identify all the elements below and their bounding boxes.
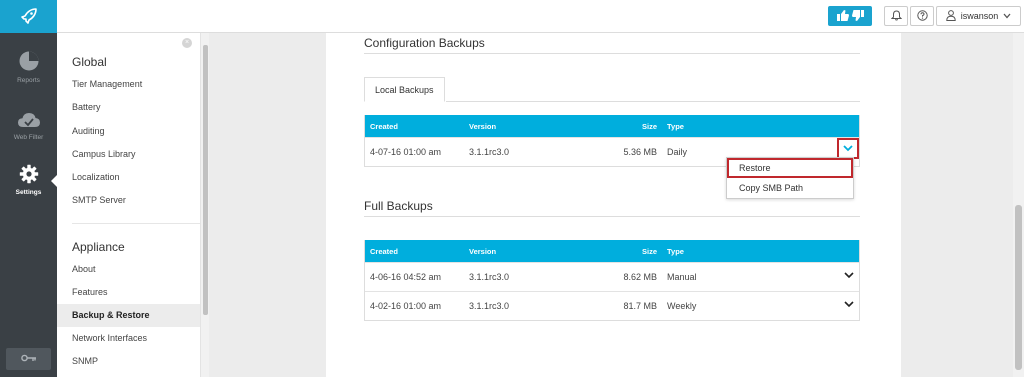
- page-scrollbar[interactable]: [1013, 33, 1024, 377]
- col-size[interactable]: Size: [565, 115, 657, 137]
- copy-smb-path-menu-item[interactable]: Copy SMB Path: [727, 178, 853, 198]
- config-backups-title: Configuration Backups: [364, 36, 485, 50]
- cell-created: 4-02-16 01:00 am: [370, 301, 442, 311]
- help-button[interactable]: [910, 6, 934, 26]
- col-type[interactable]: Type: [667, 240, 684, 262]
- cloud-icon: [17, 111, 41, 131]
- user-icon: [946, 9, 956, 23]
- menu-item-smtp-server[interactable]: SMTP Server: [57, 189, 200, 212]
- chevron-down-icon[interactable]: [844, 300, 854, 310]
- cell-size: 8.62 MB: [623, 272, 657, 282]
- divider: [72, 223, 200, 224]
- table-header: Created Version Size Type: [365, 240, 859, 262]
- submenu-scroll-thumb[interactable]: [203, 45, 208, 315]
- main-nav: Reports Web Filter Settings: [0, 33, 57, 377]
- cell-type: Weekly: [667, 301, 697, 311]
- section-title-appliance: Appliance: [72, 240, 125, 254]
- divider: [364, 216, 860, 217]
- menu-item-network-interfaces[interactable]: Network Interfaces: [57, 327, 200, 350]
- nav-web-filter[interactable]: Web Filter: [0, 111, 57, 141]
- user-menu[interactable]: iswanson: [936, 6, 1021, 26]
- bell-icon: [890, 9, 902, 23]
- table-header: Created Version Size Type: [365, 115, 859, 137]
- col-created[interactable]: Created: [370, 240, 398, 262]
- rocket-icon: [19, 6, 39, 28]
- col-version[interactable]: Version: [469, 240, 496, 262]
- key-button[interactable]: [6, 348, 51, 370]
- help-icon: [916, 9, 928, 23]
- col-created[interactable]: Created: [370, 115, 398, 137]
- top-bar: iswanson: [0, 0, 1024, 33]
- divider: [364, 53, 860, 54]
- nav-web-filter-label: Web Filter: [13, 134, 44, 141]
- chevron-down-icon[interactable]: [844, 271, 854, 281]
- full-backups-title: Full Backups: [364, 199, 433, 213]
- cell-created: 4-06-16 04:52 am: [370, 272, 442, 282]
- col-type[interactable]: Type: [667, 115, 684, 137]
- main-content: Configuration Backups Local Backups Crea…: [326, 33, 901, 377]
- gear-icon: [19, 164, 39, 186]
- chevron-down-icon: [1003, 11, 1011, 21]
- thumbs-up-icon: [836, 9, 849, 23]
- menu-item-backup-restore[interactable]: Backup & Restore: [57, 304, 200, 327]
- notifications-button[interactable]: [884, 6, 908, 26]
- chevron-down-icon: [843, 144, 853, 154]
- page-scroll-thumb[interactable]: [1015, 205, 1022, 370]
- nav-reports-label: Reports: [17, 77, 40, 84]
- cell-size: 81.7 MB: [623, 301, 657, 311]
- menu-item-battery[interactable]: Battery: [57, 96, 200, 119]
- cell-created: 4-07-16 01:00 am: [370, 147, 442, 157]
- tab-baseline: [446, 101, 860, 102]
- submenu-scrollbar[interactable]: [200, 33, 209, 377]
- menu-item-snmp[interactable]: SNMP: [57, 350, 200, 373]
- restore-menu-item[interactable]: Restore: [727, 158, 853, 178]
- table-row[interactable]: 4-02-16 01:00 am 3.1.1rc3.0 81.7 MB Week…: [365, 291, 859, 320]
- cell-type: Manual: [667, 272, 697, 282]
- close-icon[interactable]: ×: [182, 38, 192, 48]
- row-actions-button[interactable]: [837, 138, 859, 159]
- nav-reports[interactable]: Reports: [0, 50, 57, 84]
- thumbs-down-icon: [851, 9, 864, 23]
- settings-submenu: × Global Tier Management Battery Auditin…: [57, 33, 200, 377]
- feedback-button[interactable]: [828, 6, 872, 26]
- logo[interactable]: [0, 0, 57, 33]
- menu-item-localization[interactable]: Localization: [57, 166, 200, 189]
- cell-version: 3.1.1rc3.0: [469, 272, 510, 282]
- col-size[interactable]: Size: [565, 240, 657, 262]
- col-version[interactable]: Version: [469, 115, 496, 137]
- menu-item-campus-library[interactable]: Campus Library: [57, 143, 200, 166]
- menu-item-features[interactable]: Features: [57, 281, 200, 304]
- row-actions-menu: Restore Copy SMB Path: [726, 157, 854, 199]
- table-row[interactable]: 4-06-16 04:52 am 3.1.1rc3.0 8.62 MB Manu…: [365, 262, 859, 291]
- cell-type: Daily: [667, 147, 688, 157]
- tab-local-backups[interactable]: Local Backups: [364, 77, 445, 102]
- menu-item-auditing[interactable]: Auditing: [57, 120, 200, 143]
- section-title-global: Global: [72, 55, 107, 69]
- pie-chart-icon: [18, 50, 40, 74]
- cell-version: 3.1.1rc3.0: [469, 147, 510, 157]
- key-icon: [20, 353, 37, 365]
- full-backups-table: Created Version Size Type 4-06-16 04:52 …: [364, 240, 860, 321]
- nav-settings-label: Settings: [15, 189, 42, 196]
- menu-item-about[interactable]: About: [57, 258, 200, 281]
- menu-item-tier-management[interactable]: Tier Management: [57, 73, 200, 96]
- cell-size: 5.36 MB: [623, 147, 657, 157]
- nav-settings[interactable]: Settings: [0, 164, 57, 196]
- cell-version: 3.1.1rc3.0: [469, 301, 510, 311]
- username: iswanson: [960, 11, 999, 21]
